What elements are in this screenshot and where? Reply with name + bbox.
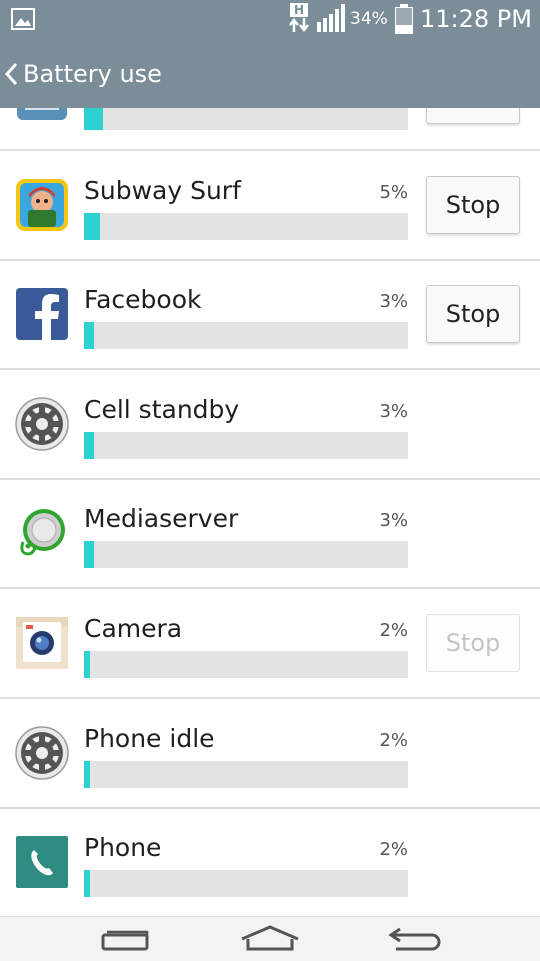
network-arrows-icon (289, 18, 309, 32)
usage-percent: 3% (379, 291, 408, 312)
list-divider (0, 368, 540, 370)
list-item[interactable]: Phone idle 2% (0, 700, 540, 808)
app-name: Phone idle (84, 724, 215, 753)
network-type-icon: H (287, 3, 311, 33)
usage-percent: 3% (379, 510, 408, 531)
usage-bar (84, 651, 408, 678)
clock: 11:28 PM (420, 5, 532, 33)
list-divider (0, 149, 540, 151)
usage-percent: 3% (379, 401, 408, 422)
usage-bar-fill (84, 541, 94, 568)
chevron-left-icon (4, 62, 18, 86)
stop-button[interactable]: Stop (426, 176, 520, 234)
usage-bar-fill (84, 432, 94, 459)
usage-bar (84, 761, 408, 788)
mediaserver-icon (15, 506, 69, 560)
usage-bar (84, 322, 408, 349)
list-item[interactable]: Mediaserver 3% (0, 480, 540, 588)
list-item[interactable]: Camera 2% Stop (0, 590, 540, 698)
list-item[interactable] (0, 108, 540, 150)
usage-percent: 2% (379, 620, 408, 641)
usage-bar-fill (84, 651, 90, 678)
signal-icon (317, 4, 345, 32)
back-nav-button[interactable] (362, 917, 472, 961)
gallery-icon (11, 8, 35, 30)
usage-percent: 2% (379, 839, 408, 860)
app-name: Mediaserver (84, 504, 239, 533)
usage-bar (84, 870, 408, 897)
usage-bar-fill (84, 870, 90, 897)
usage-bar (84, 541, 408, 568)
app-name: Cell standby (84, 395, 240, 424)
usage-bar-fill (84, 761, 90, 788)
list-item[interactable]: Cell standby 3% (0, 371, 540, 479)
settings-gear-icon (15, 726, 69, 780)
list-divider (0, 587, 540, 589)
list-item[interactable]: Subway Surf 5% Stop (0, 152, 540, 260)
usage-percent: 2% (379, 730, 408, 751)
usage-bar-fill (84, 322, 94, 349)
app-name: Camera (84, 614, 183, 643)
action-bar: Battery use (0, 38, 540, 108)
stop-button[interactable] (426, 108, 520, 124)
battery-usage-list[interactable]: Subway Surf 5% Stop Facebook 3% Stop Cell stan… (0, 108, 540, 916)
usage-bar (84, 108, 408, 130)
network-type-label: H (290, 3, 308, 17)
home-icon (241, 925, 299, 951)
app-icon (15, 108, 69, 122)
app-name: Facebook (84, 285, 202, 314)
usage-bar (84, 213, 408, 240)
page-title: Battery use (23, 60, 162, 88)
back-button[interactable]: Battery use (0, 38, 180, 108)
back-icon (388, 927, 441, 951)
battery-percent: 34% (350, 9, 388, 29)
app-name: Subway Surf (84, 176, 241, 205)
list-divider (0, 697, 540, 699)
usage-bar-fill (84, 108, 103, 130)
phone-icon (15, 835, 69, 889)
app-name: Phone (84, 833, 162, 862)
status-bar: H 34% 11:28 PM (0, 0, 540, 38)
facebook-icon (15, 287, 69, 341)
settings-gear-icon (15, 397, 69, 451)
usage-bar-fill (84, 213, 100, 240)
usage-percent: 5% (379, 182, 408, 203)
navigation-bar (0, 916, 540, 961)
battery-icon (394, 4, 414, 34)
camera-icon (15, 616, 69, 670)
recent-apps-icon (101, 930, 149, 951)
usage-bar (84, 432, 408, 459)
subway-surf-icon (15, 178, 69, 232)
stop-button[interactable]: Stop (426, 285, 520, 343)
stop-button: Stop (426, 614, 520, 672)
list-item[interactable]: Phone 2% (0, 809, 540, 916)
list-item[interactable]: Facebook 3% Stop (0, 261, 540, 369)
home-button[interactable] (215, 917, 325, 961)
recent-apps-button[interactable] (70, 917, 180, 961)
